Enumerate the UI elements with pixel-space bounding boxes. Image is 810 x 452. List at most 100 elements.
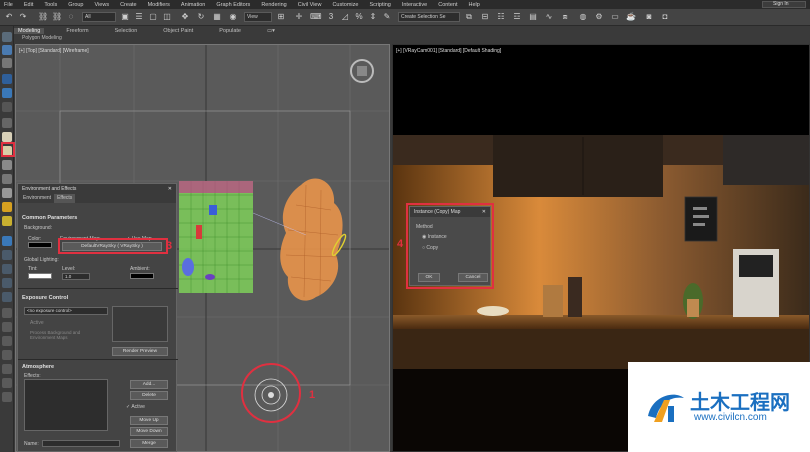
vray-sun-icon[interactable] (2, 88, 12, 98)
tab-freeform[interactable]: Freeform (62, 28, 92, 34)
vray-toolbar-icon-h[interactable] (2, 350, 12, 360)
ambient-color-swatch[interactable] (130, 273, 154, 279)
place-icon[interactable]: ◉ (228, 12, 238, 22)
vray-toolbar-icon-j[interactable] (2, 378, 12, 388)
menu-item-interactive[interactable]: Interactive (402, 2, 427, 8)
menu-item-civil-view[interactable]: Civil View (298, 2, 322, 8)
vray-toolbar-icon-a[interactable] (2, 250, 12, 260)
pivot-center-icon[interactable]: ⊞ (276, 12, 286, 22)
render-production-icon[interactable]: ☕ (626, 12, 636, 22)
vray-mesh-icon[interactable] (2, 188, 12, 198)
tab-effects[interactable]: Effects (54, 194, 76, 203)
tab-selection[interactable]: Selection (111, 28, 142, 34)
create-box-icon[interactable] (2, 58, 12, 68)
scale-icon[interactable]: ▦ (212, 12, 222, 22)
name-field[interactable] (42, 440, 120, 447)
move-down-button[interactable]: Move Down (130, 427, 168, 436)
unlink-icon[interactable]: ⛓ (52, 12, 62, 22)
render-setup-icon[interactable]: ⚙ (594, 12, 604, 22)
vray-plane-icon[interactable] (2, 174, 12, 184)
ribbon-options-icon[interactable]: ▭▾ (263, 28, 279, 34)
vray-toolbar-icon-g[interactable] (2, 336, 12, 346)
close-icon[interactable]: ✕ (168, 184, 172, 194)
move-up-button[interactable]: Move Up (130, 416, 168, 425)
menu-item-modifiers[interactable]: Modifiers (148, 2, 170, 8)
mirror-icon[interactable]: ⧉ (464, 12, 474, 22)
reference-coord-select[interactable]: View (244, 12, 272, 22)
menu-item-help[interactable]: Help (468, 2, 479, 8)
toggle-layer-explorer-icon[interactable]: ☲ (512, 12, 522, 22)
delete-effect-button[interactable]: Delete (130, 391, 168, 400)
bind-space-warp-icon[interactable]: ◌ (66, 12, 76, 22)
menu-item-customize[interactable]: Customize (332, 2, 358, 8)
sign-in-button[interactable]: Sign In (762, 1, 806, 8)
spinner-snap-icon[interactable]: ⇕ (368, 12, 378, 22)
add-effect-button[interactable]: Add... (130, 380, 168, 389)
select-manipulate-icon[interactable]: ✛ (294, 12, 304, 22)
active-checkbox[interactable]: Active (30, 320, 44, 326)
snaps-toggle-icon[interactable]: 3 (326, 12, 336, 22)
menu-item-create[interactable]: Create (120, 2, 137, 8)
named-sel-edit-icon[interactable]: ✎ (382, 12, 392, 22)
window-crossing-icon[interactable]: ◫ (162, 12, 172, 22)
tab-object-paint[interactable]: Object Paint (159, 28, 197, 34)
vray-render-icon[interactable]: ◙ (644, 12, 654, 22)
section-exposure-control[interactable]: Exposure Control (22, 295, 68, 301)
vray-toolbar-icon-d[interactable] (2, 292, 12, 302)
exposure-control-select[interactable]: <no exposure control> (24, 307, 108, 315)
render-iterative-icon[interactable]: ◘ (660, 12, 670, 22)
tab-modeling[interactable]: Modeling (14, 27, 45, 34)
named-selection-set-select[interactable]: Create Selection Se (398, 12, 460, 22)
menu-item-group[interactable]: Group (68, 2, 83, 8)
link-icon[interactable]: ⛓ (38, 12, 48, 22)
vray-fur-icon[interactable] (2, 160, 12, 170)
vray-toolbar-icon-k[interactable] (2, 392, 12, 402)
vray-toolbar-icon-e[interactable] (2, 308, 12, 318)
toggle-scene-explorer-icon[interactable]: ☷ (496, 12, 506, 22)
select-by-name-icon[interactable]: ☰ (134, 12, 144, 22)
schematic-view-icon[interactable]: ⧈ (560, 12, 570, 22)
selection-filter-select[interactable]: All (82, 12, 116, 22)
tint-color-swatch[interactable] (28, 273, 52, 279)
menu-item-file[interactable]: File (4, 2, 13, 8)
create-sphere-icon[interactable] (2, 45, 12, 55)
keyboard-shortcut-icon[interactable]: ⌨ (310, 12, 322, 22)
select-object-icon[interactable]: ▣ (120, 12, 130, 22)
create-teapot-icon[interactable] (2, 32, 12, 42)
toggle-ribbon-icon[interactable]: ▤ (528, 12, 538, 22)
section-common-parameters[interactable]: Common Parameters (22, 215, 77, 221)
vray-frame-buffer-icon[interactable] (2, 236, 12, 246)
menu-item-tools[interactable]: Tools (44, 2, 57, 8)
vray-toolbar-icon-c[interactable] (2, 278, 12, 288)
tab-environment[interactable]: Environment (20, 194, 54, 203)
render-preview-button[interactable]: Render Preview (112, 347, 168, 356)
vray-toolbar-icon-f[interactable] (2, 322, 12, 332)
rendered-frame-window-icon[interactable]: ▭ (610, 12, 620, 22)
menu-item-views[interactable]: Views (95, 2, 110, 8)
active-effect-checkbox[interactable]: ✓ Active (126, 404, 145, 410)
align-icon[interactable]: ⊟ (480, 12, 490, 22)
merge-button[interactable]: Merge (130, 439, 168, 448)
rect-region-icon[interactable]: ▢ (148, 12, 158, 22)
redo-icon[interactable]: ↷ (18, 12, 28, 22)
menu-item-edit[interactable]: Edit (24, 2, 33, 8)
level-spinner[interactable]: 1.0 (62, 273, 90, 280)
vray-proxy-icon[interactable] (2, 118, 12, 128)
menu-item-graph-editors[interactable]: Graph Editors (216, 2, 250, 8)
vray-light-icon[interactable] (2, 74, 12, 84)
menu-item-animation[interactable]: Animation (181, 2, 205, 8)
rotate-icon[interactable]: ↻ (196, 12, 206, 22)
vray-dome-icon[interactable] (2, 132, 12, 142)
menu-item-scripting[interactable]: Scripting (369, 2, 390, 8)
move-icon[interactable]: ✥ (180, 12, 190, 22)
section-atmosphere[interactable]: Atmosphere (22, 364, 54, 370)
percent-snap-icon[interactable]: % (354, 12, 364, 22)
vray-toolbar-icon-i[interactable] (2, 364, 12, 374)
vray-toolbar-icon-b[interactable] (2, 264, 12, 274)
menu-item-content[interactable]: Content (438, 2, 457, 8)
effects-list[interactable] (24, 379, 108, 431)
angle-snap-icon[interactable]: ◿ (340, 12, 350, 22)
material-editor-icon[interactable]: ◍ (578, 12, 588, 22)
tab-populate[interactable]: Populate (215, 28, 245, 34)
curve-editor-icon[interactable]: ∿ (544, 12, 554, 22)
